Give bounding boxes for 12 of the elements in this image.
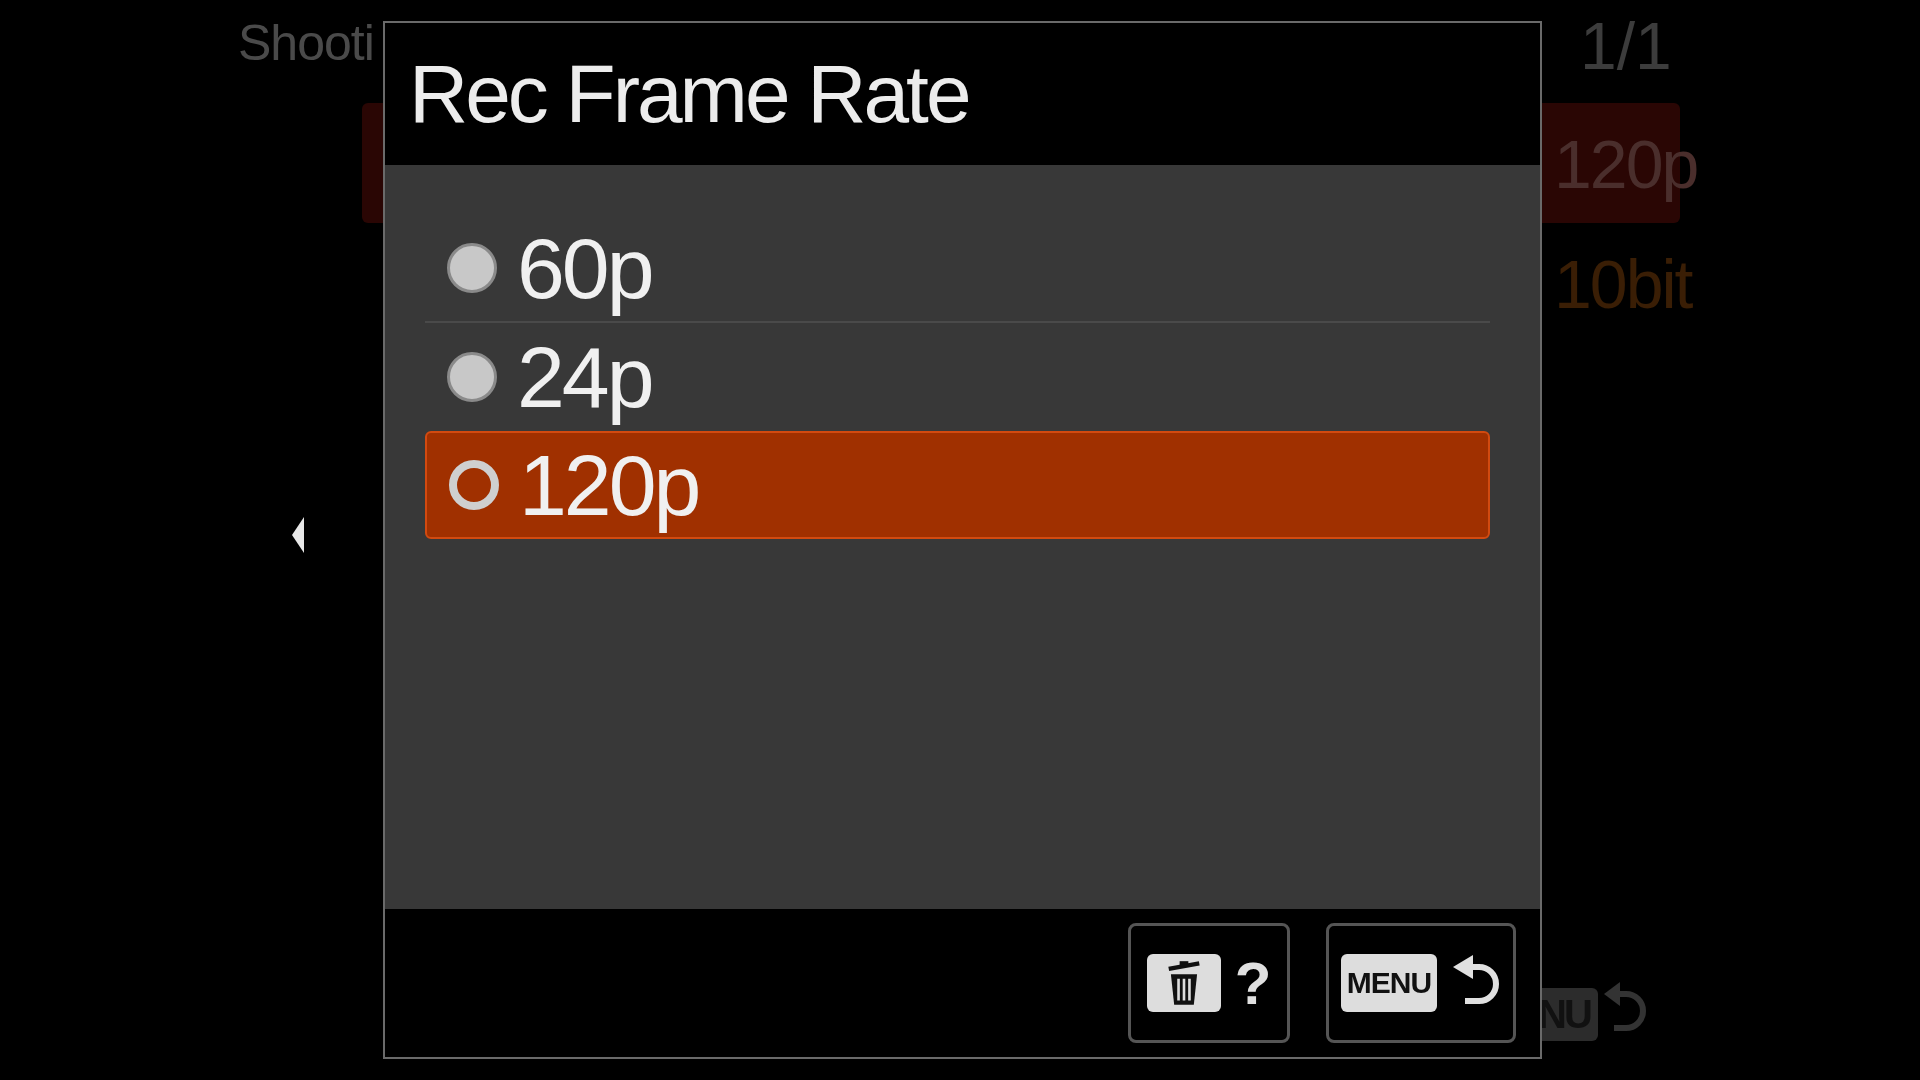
option-row[interactable]: 60p: [425, 215, 1490, 323]
radio-button[interactable]: [447, 243, 497, 293]
option-row[interactable]: 120p: [425, 431, 1490, 539]
dialog-title: Rec Frame Rate: [409, 47, 969, 141]
menu-title: Shooti: [238, 14, 374, 72]
back-button[interactable]: MENU: [1326, 923, 1516, 1043]
help-button[interactable]: ?: [1128, 923, 1290, 1043]
radio-button[interactable]: [449, 460, 499, 510]
page-number: 1/1: [1580, 8, 1672, 84]
trash-icon: [1146, 954, 1221, 1012]
radio-button[interactable]: [447, 352, 497, 402]
option-row[interactable]: 24p: [425, 323, 1490, 431]
